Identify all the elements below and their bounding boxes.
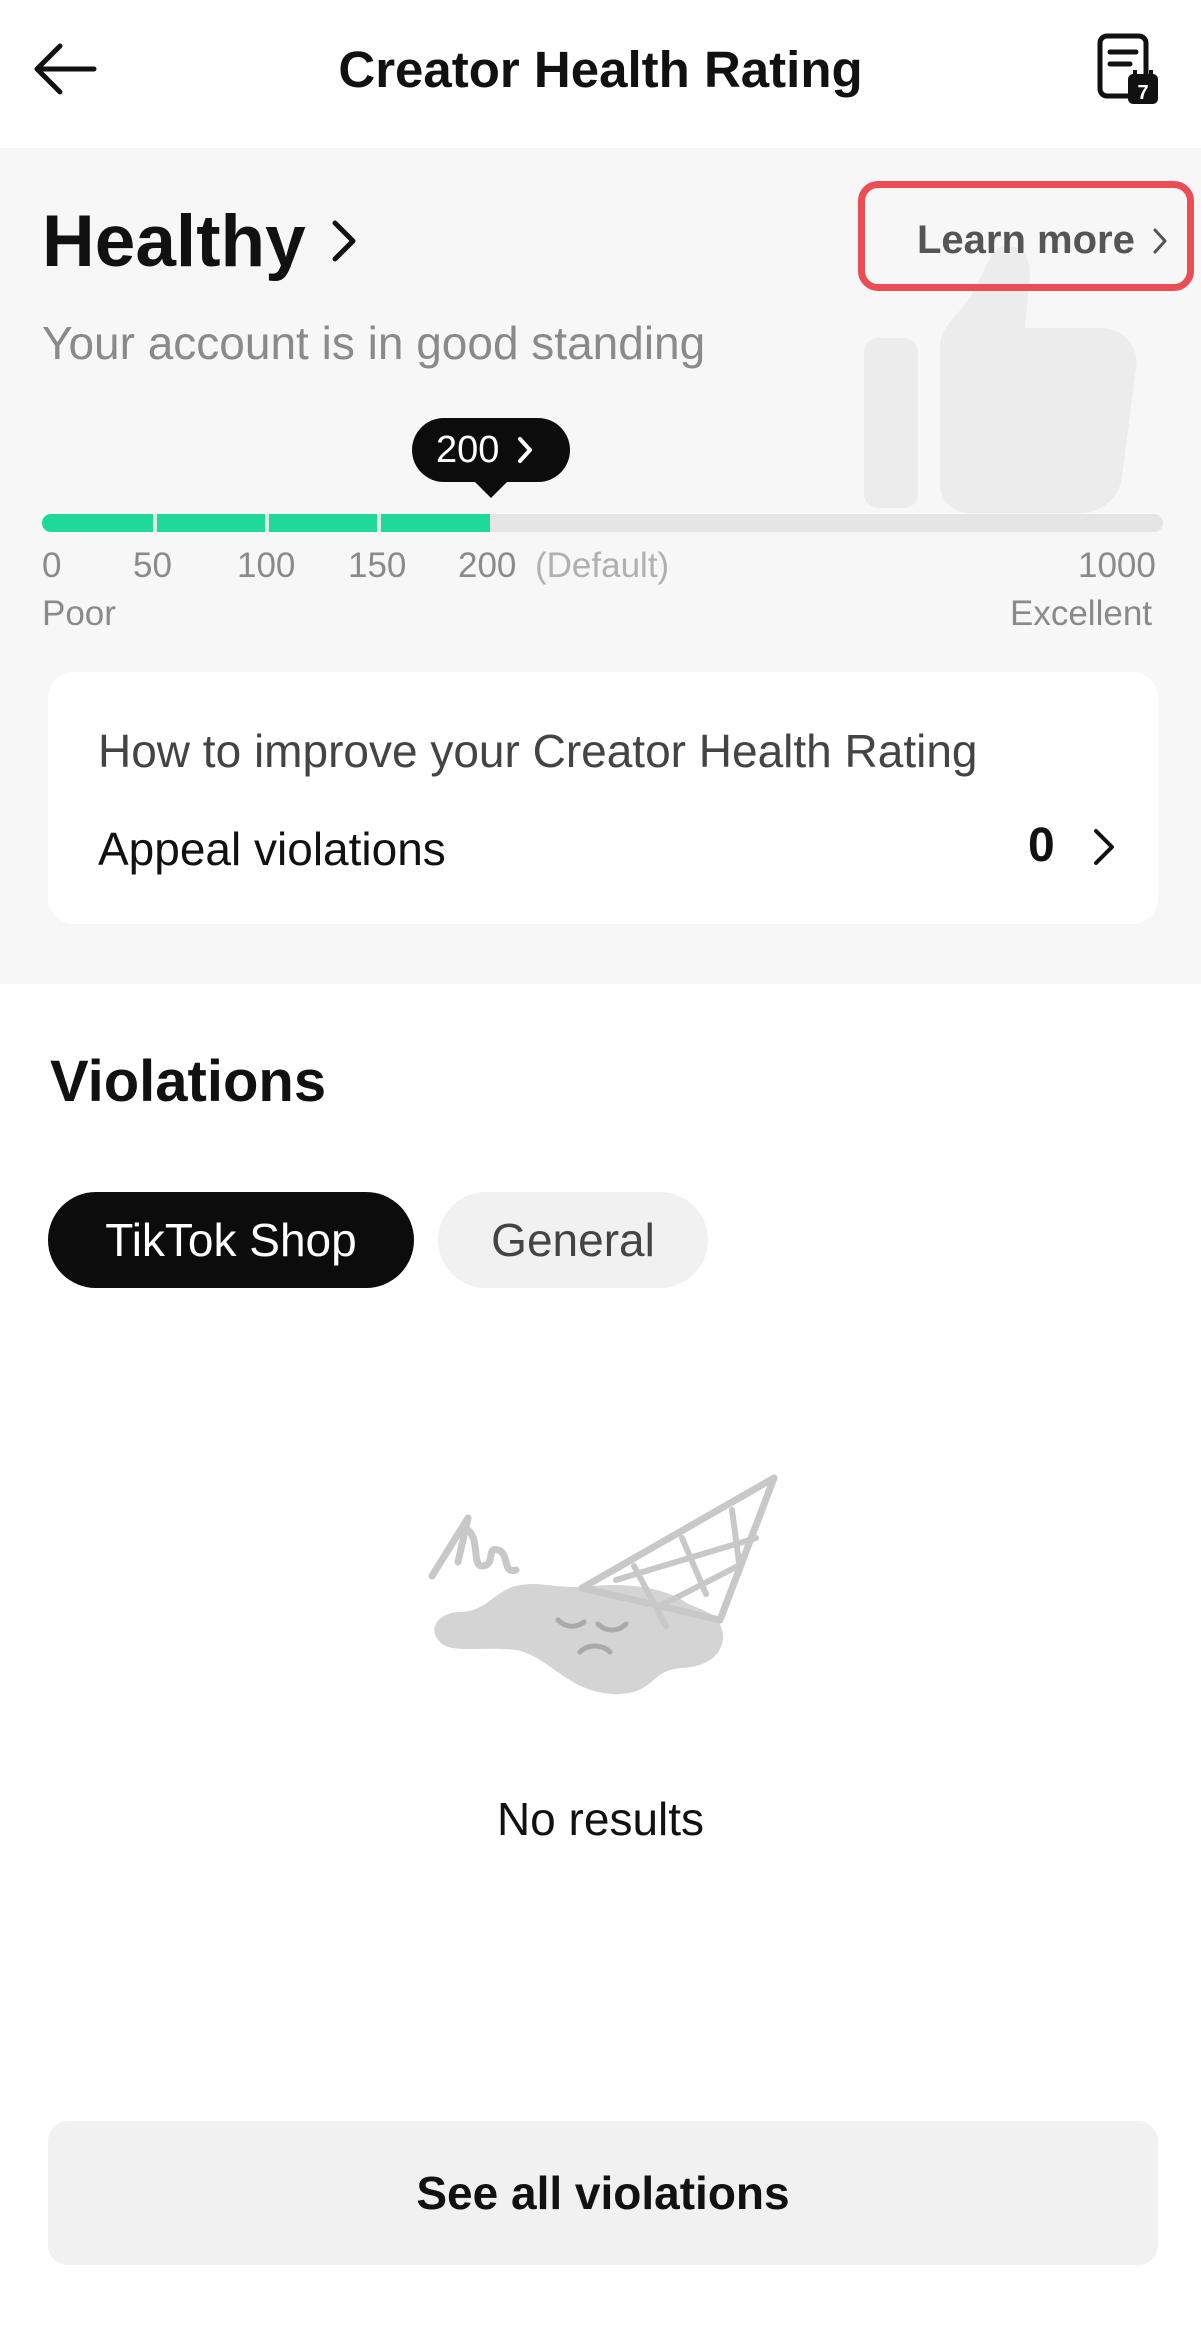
- scale-high-label: Excellent: [1010, 594, 1153, 633]
- score-value: 200: [436, 428, 500, 471]
- scale-tick: 100: [237, 546, 296, 585]
- scale-low-label: Poor: [42, 594, 116, 633]
- chevron-right-icon: [332, 220, 356, 262]
- document-button[interactable]: 7: [1094, 32, 1162, 108]
- learn-more-label: Learn more: [917, 218, 1135, 262]
- chevron-right-icon: [1153, 228, 1167, 253]
- document-calendar-icon: 7: [1097, 33, 1158, 104]
- health-status[interactable]: Healthy: [42, 196, 358, 286]
- scale-tick: 50: [133, 546, 172, 585]
- improve-card: How to improve your Creator Health Ratin…: [48, 672, 1158, 924]
- see-all-violations-button[interactable]: See all violations: [48, 2121, 1158, 2265]
- score-progress-bar: [42, 514, 1163, 532]
- scale-default-label: (Default): [535, 546, 670, 585]
- tab-general[interactable]: General: [438, 1192, 708, 1288]
- progress-segment: [42, 514, 153, 532]
- scale-tick: 0: [42, 546, 62, 585]
- chevron-right-icon: [518, 437, 533, 463]
- progress-segment: [381, 514, 490, 532]
- scale-tick: 150: [348, 546, 407, 585]
- doc-badge: 7: [1137, 82, 1148, 104]
- tab-tiktok-shop[interactable]: TikTok Shop: [48, 1192, 414, 1288]
- rating-section: Healthy Your account is in good standing…: [0, 148, 1201, 984]
- violations-heading: Violations: [50, 1049, 327, 1114]
- health-status-label: Healthy: [42, 200, 306, 282]
- appeal-violations-link[interactable]: Appeal violations: [98, 822, 446, 876]
- health-status-description: Your account is in good standing: [42, 317, 706, 369]
- progress-segment: [269, 514, 377, 532]
- learn-more-link[interactable]: Learn more: [917, 218, 1167, 263]
- empty-state-text: No results: [496, 1793, 705, 1845]
- score-bubble[interactable]: 200: [412, 418, 570, 482]
- progress-segment: [157, 514, 265, 532]
- improve-card-title: How to improve your Creator Health Ratin…: [98, 725, 978, 777]
- melted-ice-cream-illustration: [428, 1474, 778, 1695]
- scale-tick: 200: [458, 546, 517, 585]
- chevron-right-icon[interactable]: [1092, 827, 1116, 867]
- top-bar: Creator Health Rating 7: [0, 0, 1201, 148]
- score-bubble-pointer: [473, 480, 509, 498]
- page-title: Creator Health Rating: [338, 41, 863, 98]
- appeal-violations-count: 0: [1028, 819, 1055, 872]
- scale-tick: 1000: [1078, 546, 1156, 585]
